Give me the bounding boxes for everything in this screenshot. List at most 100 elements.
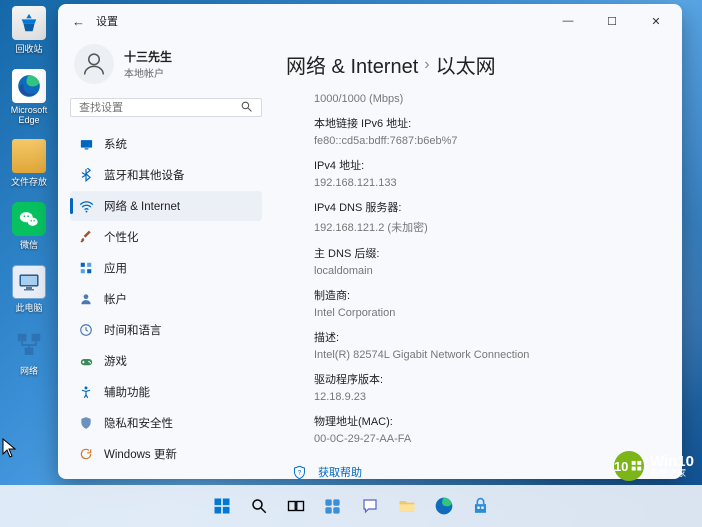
accounts-icon <box>78 291 94 307</box>
desktop-icon-network[interactable]: 网络 <box>6 328 52 377</box>
desktop-icon-this-pc[interactable]: 此电脑 <box>6 265 52 314</box>
watermark-line1: Win10 <box>650 454 694 469</box>
edge-taskbar-icon[interactable] <box>428 490 460 522</box>
desktop-icon-files[interactable]: 文件存放 <box>6 139 52 188</box>
chat-icon[interactable] <box>354 490 386 522</box>
ipv6-value: fe80::cd5a:bdff:7687:b6eb%7 <box>314 135 664 147</box>
wifi-icon <box>78 198 94 214</box>
breadcrumb-root[interactable]: 网络 & Internet <box>286 50 418 79</box>
close-button[interactable]: ✕ <box>634 6 678 36</box>
nav-privacy[interactable]: 隐私和安全性 <box>70 408 262 438</box>
nav-label: 蓝牙和其他设备 <box>104 167 185 183</box>
desktop-icon-edge[interactable]: Microsoft Edge <box>6 69 52 125</box>
nav-network[interactable]: 网络 & Internet <box>70 191 262 221</box>
desktop-label: 此电脑 <box>15 301 42 314</box>
nav-gaming[interactable]: 游戏 <box>70 346 262 376</box>
nav-label: 个性化 <box>104 229 139 245</box>
back-button[interactable]: ← <box>72 14 96 29</box>
breadcrumb: 网络 & Internet › 以太网 <box>286 50 664 79</box>
clock-icon <box>78 322 94 338</box>
ipv4-value: 192.168.121.133 <box>314 177 664 189</box>
cursor-icon <box>2 438 16 458</box>
ipv4-label: IPv4 地址: <box>314 157 664 173</box>
help-icon: ? <box>290 463 308 479</box>
minimize-button[interactable]: — <box>546 6 590 36</box>
bluetooth-icon <box>78 167 94 183</box>
task-view-icon[interactable] <box>280 490 312 522</box>
nav-accounts[interactable]: 帐户 <box>70 284 262 314</box>
gaming-icon <box>78 353 94 369</box>
main-panel: 网络 & Internet › 以太网 1000/1000 (Mbps) 本地链… <box>270 38 682 479</box>
search-input[interactable] <box>79 102 240 114</box>
start-button[interactable] <box>206 490 238 522</box>
watermark-line2: 系统之家 <box>650 469 694 478</box>
wechat-icon <box>12 202 46 236</box>
account-name: 十三先生 <box>124 48 172 65</box>
nav-system[interactable]: 系统 <box>70 129 262 159</box>
avatar-icon <box>74 44 114 84</box>
desktop-label: 网络 <box>20 364 38 377</box>
sidebar: 十三先生 本地帐户 系统 蓝牙和其他设备 <box>58 38 270 479</box>
network-icon <box>12 328 46 362</box>
desktop-icons: 回收站 Microsoft Edge 文件存放 微信 此电脑 网络 <box>6 6 52 377</box>
watermark: 10 Win10 系统之家 <box>614 451 694 481</box>
account-type: 本地帐户 <box>124 65 172 80</box>
folder-icon <box>12 139 46 173</box>
store-icon[interactable] <box>465 490 497 522</box>
titlebar: ← 设置 — ☐ ✕ <box>58 4 682 38</box>
nav-label: 隐私和安全性 <box>104 415 173 431</box>
get-help-link[interactable]: ? 获取帮助 <box>286 463 664 479</box>
desktop-icon-wechat[interactable]: 微信 <box>6 202 52 251</box>
nav-label: 游戏 <box>104 353 127 369</box>
chevron-right-icon: › <box>424 56 429 74</box>
nav-apps[interactable]: 应用 <box>70 253 262 283</box>
accessibility-icon <box>78 384 94 400</box>
nav-windows-update[interactable]: Windows 更新 <box>70 439 262 469</box>
search-icon <box>240 100 253 116</box>
nav-label: Windows 更新 <box>104 446 177 462</box>
system-icon <box>78 136 94 152</box>
nav-accessibility[interactable]: 辅助功能 <box>70 377 262 407</box>
help-label: 获取帮助 <box>318 464 362 479</box>
svg-text:?: ? <box>297 469 301 476</box>
nav-time-language[interactable]: 时间和语言 <box>70 315 262 345</box>
taskbar-search-icon[interactable] <box>243 490 275 522</box>
desktop-label: 回收站 <box>15 42 42 55</box>
maximize-button[interactable]: ☐ <box>590 6 634 36</box>
ipv6-label: 本地链接 IPv6 地址: <box>314 115 664 131</box>
breadcrumb-leaf: 以太网 <box>436 50 496 79</box>
nav-label: 辅助功能 <box>104 384 150 400</box>
desktop-label: 微信 <box>20 238 38 251</box>
this-pc-icon <box>12 265 46 299</box>
shield-icon <box>78 415 94 431</box>
nav-label: 应用 <box>104 260 127 276</box>
nav-list: 系统 蓝牙和其他设备 网络 & Internet 个性化 应用 <box>70 129 262 469</box>
mac-label: 物理地址(MAC): <box>314 413 664 429</box>
account-header[interactable]: 十三先生 本地帐户 <box>70 38 262 98</box>
edge-icon <box>12 69 46 103</box>
nav-bluetooth[interactable]: 蓝牙和其他设备 <box>70 160 262 190</box>
settings-window: ← 设置 — ☐ ✕ 十三先生 本地帐户 <box>58 4 682 479</box>
dns-value: 192.168.121.2 (未加密) <box>314 219 664 235</box>
window-title: 设置 <box>96 13 118 29</box>
driver-version-value: 12.18.9.23 <box>314 391 664 403</box>
nav-label: 时间和语言 <box>104 322 162 338</box>
apps-icon <box>78 260 94 276</box>
dns-label: IPv4 DNS 服务器: <box>314 199 664 215</box>
desktop-icon-recycle-bin[interactable]: 回收站 <box>6 6 52 55</box>
taskbar <box>0 485 702 527</box>
description-label: 描述: <box>314 329 664 345</box>
nav-label: 网络 & Internet <box>104 198 180 214</box>
file-explorer-icon[interactable] <box>391 490 423 522</box>
mac-value: 00-0C-29-27-AA-FA <box>314 433 664 445</box>
nav-label: 帐户 <box>104 291 127 307</box>
update-icon <box>78 446 94 462</box>
dns-suffix-value: localdomain <box>314 265 664 277</box>
widgets-icon[interactable] <box>317 490 349 522</box>
driver-version-label: 驱动程序版本: <box>314 371 664 387</box>
link-speed-value: 1000/1000 (Mbps) <box>314 93 664 105</box>
manufacturer-label: 制造商: <box>314 287 664 303</box>
desktop-label: 文件存放 <box>11 175 47 188</box>
nav-personalization[interactable]: 个性化 <box>70 222 262 252</box>
search-box[interactable] <box>70 98 262 117</box>
